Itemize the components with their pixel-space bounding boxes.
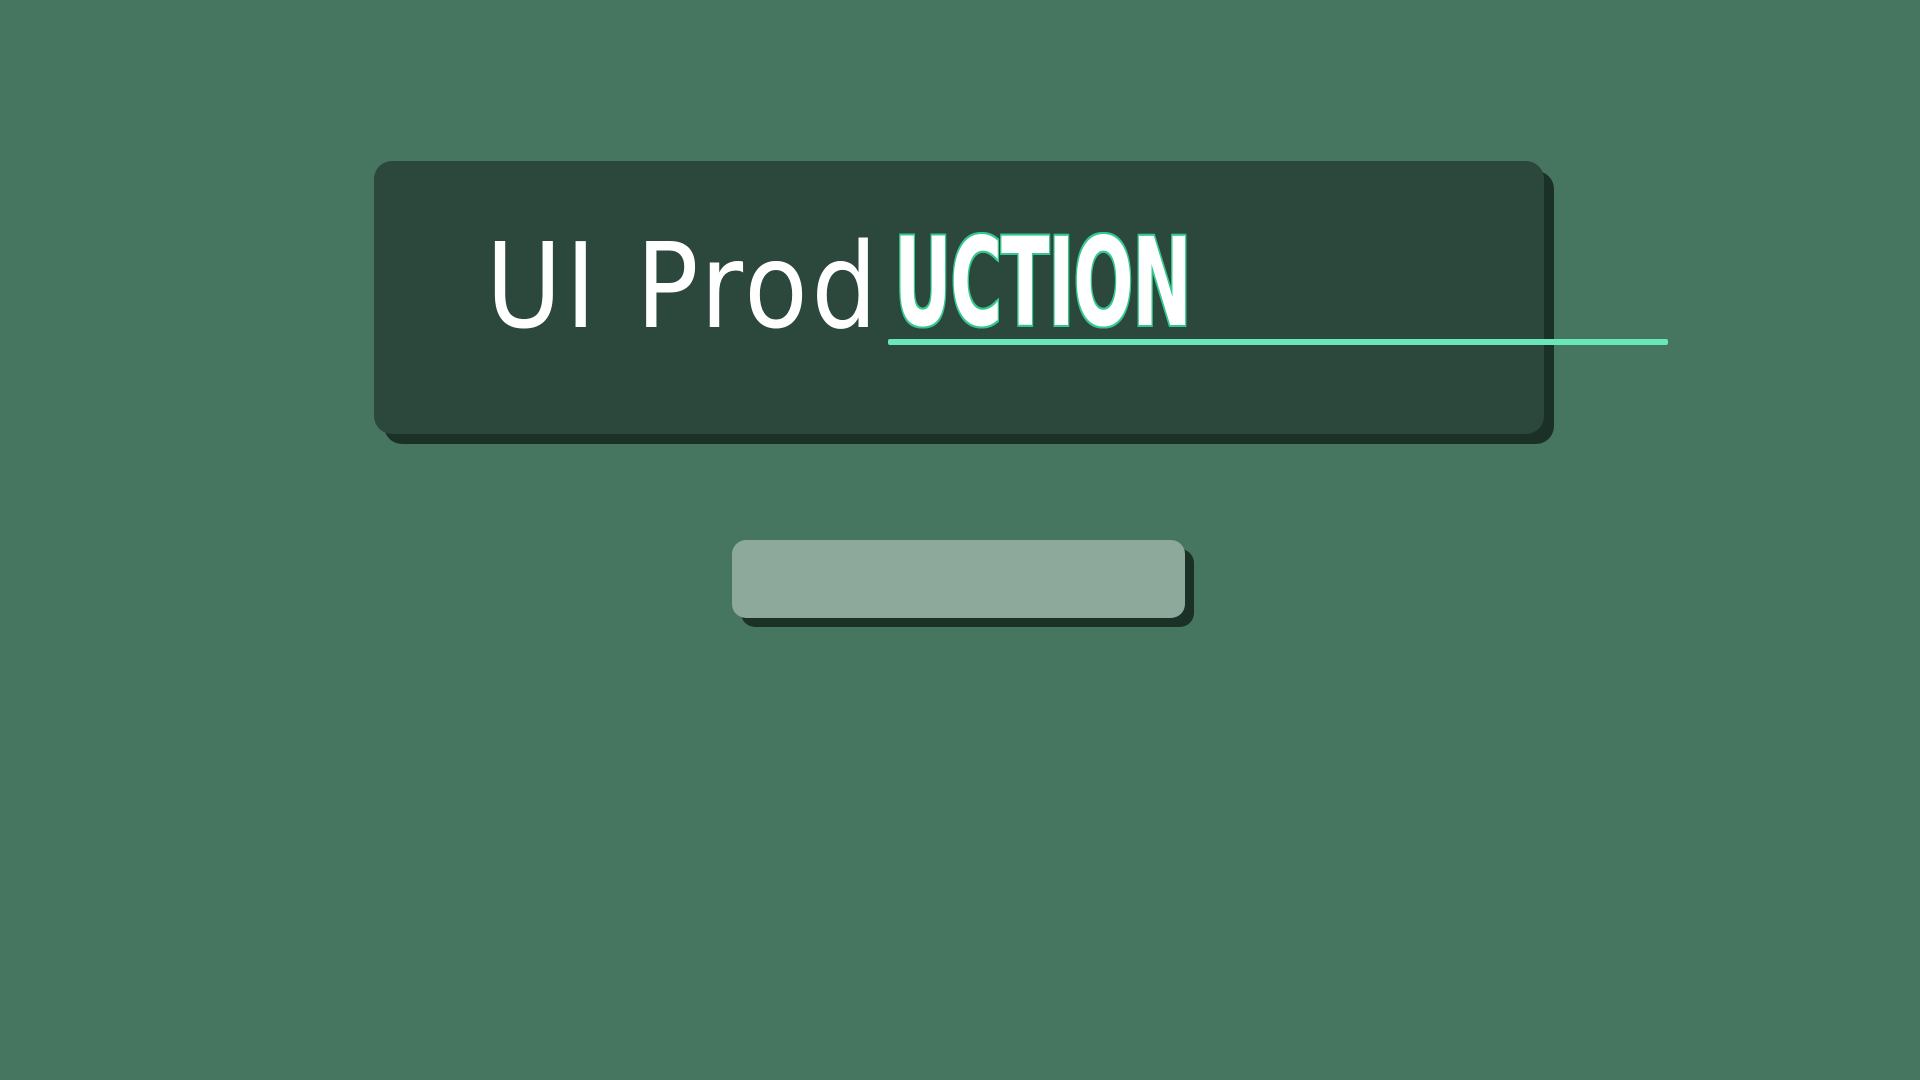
intro-screen: UI Prod UCTION: [0, 0, 1920, 1080]
title-underline: [888, 339, 1669, 346]
title-light-text: UI Prod: [485, 217, 881, 356]
title-panel: UI Prod UCTION: [374, 161, 1669, 434]
title-logo: UI Prod UCTION: [432, 211, 1669, 356]
progress-bar: [732, 540, 1185, 618]
title-bold-box: UCTION: [888, 211, 1669, 354]
title-bold-text: UCTION: [893, 211, 1193, 354]
